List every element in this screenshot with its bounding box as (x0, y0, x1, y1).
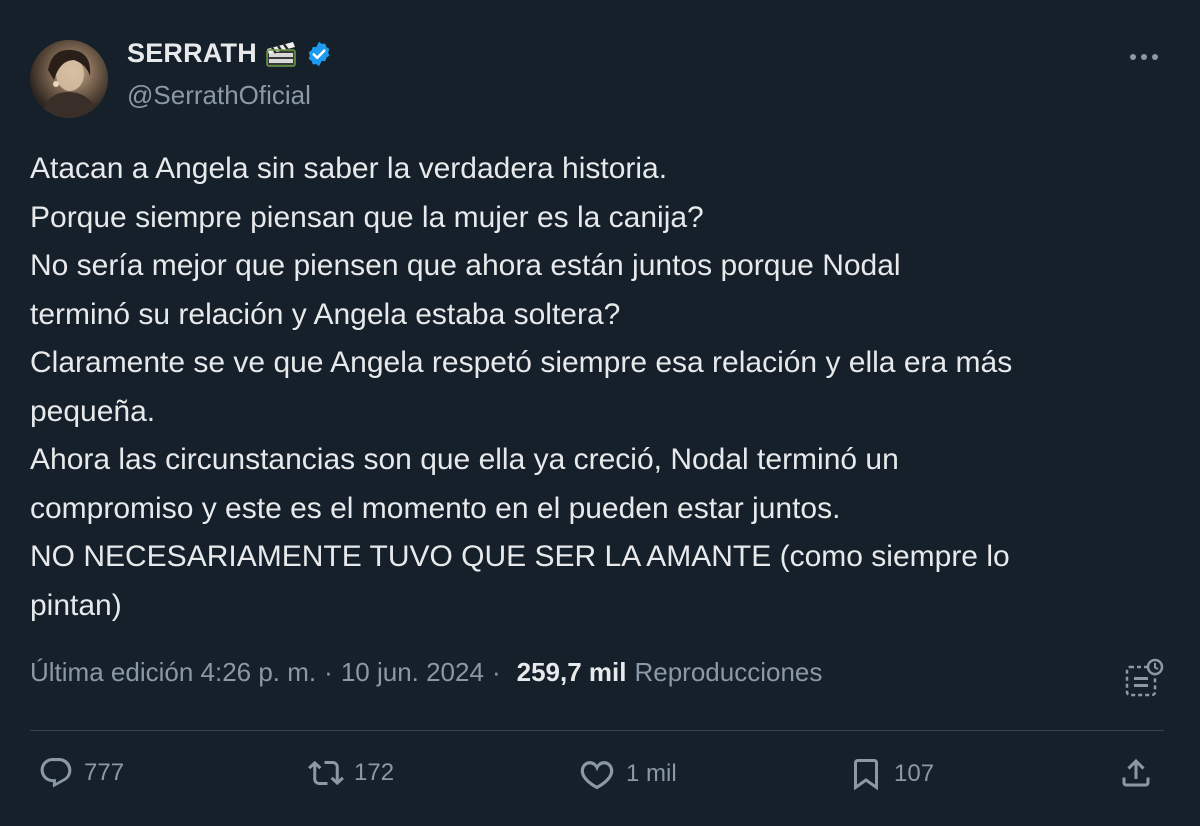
more-options-button[interactable] (1124, 40, 1164, 74)
tweet-meta: Última edición 4:26 p. m. · 10 jun. 2024… (30, 657, 822, 688)
author-avatar[interactable] (30, 40, 108, 118)
meta-separator: · (324, 657, 333, 687)
meta-separator: · (491, 657, 501, 687)
author-handle[interactable]: @SerrathOficial (127, 80, 311, 111)
tweet-line: Atacan a Angela sin saber la verdadera h… (30, 152, 668, 185)
edit-history-icon[interactable] (1124, 657, 1164, 699)
bookmark-count: 107 (894, 760, 935, 787)
edited-timestamp[interactable]: Última edición 4:26 p. m. (30, 657, 316, 688)
repost-icon (308, 760, 344, 786)
tweet-line: Claramente se ve que Angela respetó siem… (30, 346, 1013, 379)
repost-count: 172 (354, 759, 395, 786)
tweet-line: pequeña. (30, 394, 156, 428)
tweet-line: NO NECESARIAMENTE TUVO QUE SER LA AMANTE… (30, 540, 1010, 573)
actions-divider (30, 730, 1164, 731)
like-count: 1 mil (626, 760, 677, 787)
heart-icon (580, 761, 614, 790)
tweet-date[interactable]: 10 jun. 2024 (341, 657, 484, 688)
repost-button[interactable]: 172 (308, 755, 394, 791)
tweet-text: Atacan a Angela sin saber la verdadera h… (30, 145, 1170, 630)
tweet-line: Porque siempre piensan que la mujer es l… (30, 200, 704, 234)
reply-button[interactable]: 777 (38, 755, 124, 791)
more-dots-icon (1130, 54, 1158, 60)
tweet-line: No sería mejor que piensen que ahora est… (30, 249, 901, 282)
bookmark-icon (854, 759, 878, 791)
tweet-line: Ahora las circunstancias son que ella ya… (30, 443, 899, 476)
views-label: Reproducciones (634, 657, 823, 687)
like-button[interactable]: 1 mil (578, 755, 677, 793)
action-bar: 777 172 1 mil 107 (30, 755, 1164, 805)
tweet-line: compromiso y este es el momento en el pu… (30, 491, 841, 525)
bookmark-button[interactable]: 107 (848, 755, 934, 793)
reply-icon (40, 758, 72, 788)
tweet-line: terminó su relación y Angela estaba solt… (30, 297, 621, 331)
share-icon (1122, 758, 1150, 787)
views-count: 259,7 mil (516, 657, 627, 687)
share-button[interactable] (1118, 755, 1154, 791)
author-name-row: SERRATH (127, 38, 333, 69)
author-display-name[interactable]: SERRATH (127, 38, 257, 69)
reply-count: 777 (84, 759, 125, 786)
tweet-line: pintan) (30, 588, 122, 622)
clapper-board-icon (265, 40, 297, 68)
verified-badge-icon[interactable] (305, 40, 333, 68)
